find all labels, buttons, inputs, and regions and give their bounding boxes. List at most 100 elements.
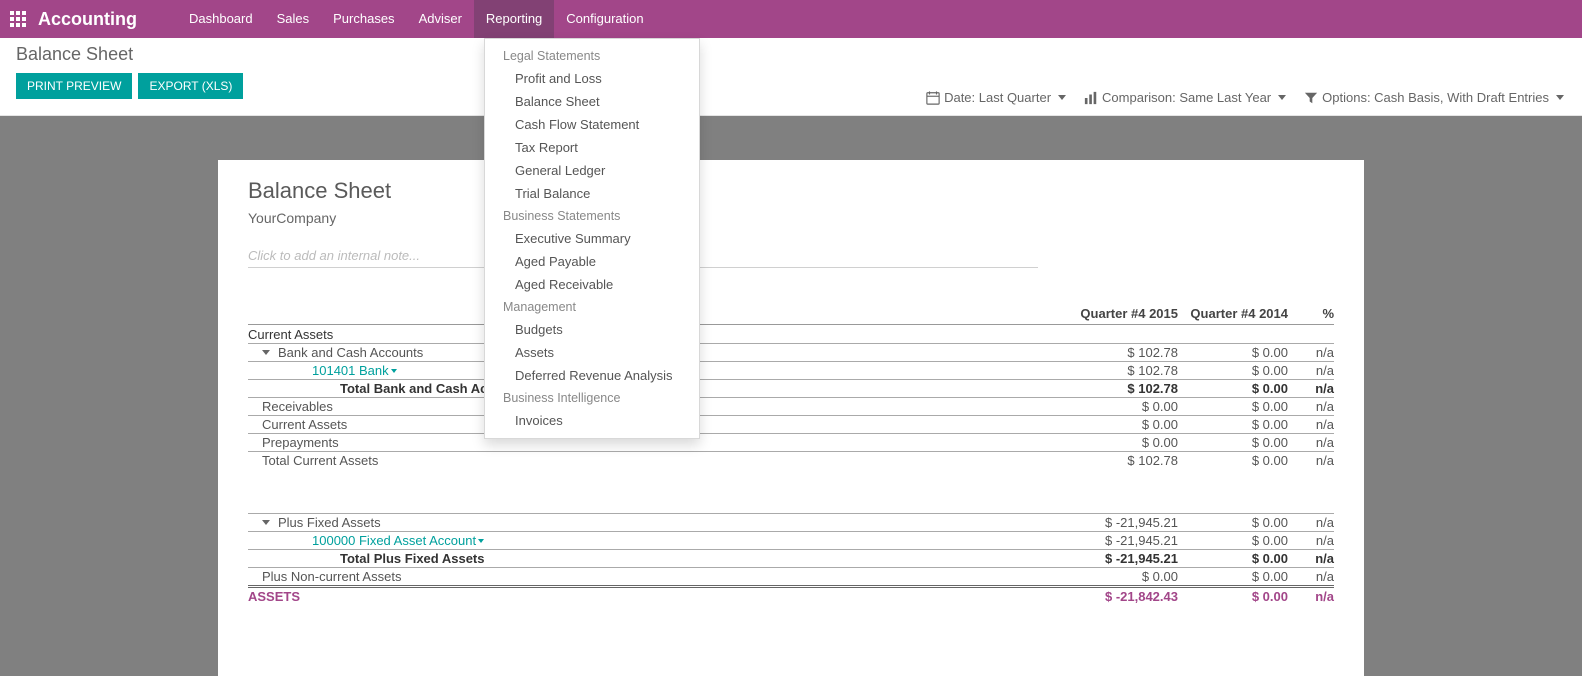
col-header-q2: Quarter #4 2014: [1178, 306, 1288, 321]
dd-section-business: Business Statements: [485, 205, 699, 227]
cell-q1: $ 0.00: [1068, 399, 1178, 414]
row-assets-total: ASSETS $ -21,842.43 $ 0.00 n/a: [248, 585, 1334, 605]
cell-pct: n/a: [1288, 381, 1334, 396]
dd-aged-payable[interactable]: Aged Payable: [485, 250, 699, 273]
nav-adviser[interactable]: Adviser: [407, 0, 474, 38]
row-total-current-assets: Total Current Assets $ 102.78 $ 0.00 n/a: [248, 451, 1334, 469]
report-title: Balance Sheet: [248, 178, 1334, 204]
cell-q1: $ 0.00: [1068, 569, 1178, 584]
col-header-q1: Quarter #4 2015: [1068, 306, 1178, 321]
top-navbar: Accounting Dashboard Sales Purchases Adv…: [0, 0, 1582, 38]
dd-invoices[interactable]: Invoices: [485, 409, 699, 432]
nav-reporting[interactable]: Reporting: [474, 0, 554, 38]
cell-q1: $ 0.00: [1068, 435, 1178, 450]
dd-general-ledger[interactable]: General Ledger: [485, 159, 699, 182]
bar-chart-icon: [1084, 91, 1098, 105]
cell-q2: $ 0.00: [1178, 345, 1288, 360]
dd-section-legal: Legal Statements: [485, 45, 699, 67]
cell-pct: n/a: [1288, 417, 1334, 432]
dd-section-management: Management: [485, 296, 699, 318]
dd-budgets[interactable]: Budgets: [485, 318, 699, 341]
table-row: Current Assets$ 0.00$ 0.00n/a: [248, 415, 1334, 433]
print-preview-button[interactable]: Print Preview: [16, 73, 132, 99]
cell-q2: $ 0.00: [1178, 381, 1288, 396]
cell-q1: $ 102.78: [1068, 381, 1178, 396]
cell-pct: n/a: [1288, 533, 1334, 548]
cell-q2: $ 0.00: [1178, 569, 1288, 584]
report-page: Balance Sheet YourCompany Quarter #4 201…: [218, 160, 1364, 676]
assets-label: ASSETS: [248, 589, 1068, 604]
calendar-icon: [926, 91, 940, 105]
company-name: YourCompany: [248, 210, 1334, 226]
dd-aged-receivable[interactable]: Aged Receivable: [485, 273, 699, 296]
workspace: Balance Sheet YourCompany Quarter #4 201…: [0, 116, 1582, 676]
cell-q1: $ -21,945.21: [1068, 533, 1178, 548]
dd-assets[interactable]: Assets: [485, 341, 699, 364]
table-row: Total Plus Fixed Assets$ -21,945.21$ 0.0…: [248, 549, 1334, 567]
section-current-assets: Current Assets: [248, 327, 1334, 342]
cell-pct: n/a: [1288, 399, 1334, 414]
reporting-dropdown: Legal Statements Profit and Loss Balance…: [484, 38, 700, 439]
nav-purchases[interactable]: Purchases: [321, 0, 406, 38]
report-header-row: Quarter #4 2015 Quarter #4 2014 %: [248, 306, 1334, 325]
filter-bar: Date: Last Quarter Comparison: Same Last…: [926, 90, 1564, 105]
filter-options-label: Options: Cash Basis, With Draft Entries: [1322, 90, 1549, 105]
table-row: Bank and Cash Accounts$ 102.78$ 0.00n/a: [248, 343, 1334, 361]
nav-dashboard[interactable]: Dashboard: [177, 0, 265, 38]
col-header-pct: %: [1288, 306, 1334, 321]
cell-q1: $ 0.00: [1068, 417, 1178, 432]
dd-deferred-revenue[interactable]: Deferred Revenue Analysis: [485, 364, 699, 387]
cell-q2: $ 0.00: [1178, 515, 1288, 530]
table-row: Plus Non-current Assets$ 0.00$ 0.00n/a: [248, 567, 1334, 585]
row-label: Total Plus Fixed Assets: [248, 551, 1068, 566]
table-row: Receivables$ 0.00$ 0.00n/a: [248, 397, 1334, 415]
brand-title[interactable]: Accounting: [38, 9, 137, 30]
page-title: Balance Sheet: [16, 44, 1566, 65]
cell-q1: $ -21,945.21: [1068, 515, 1178, 530]
chevron-down-icon[interactable]: [391, 369, 397, 373]
filter-icon: [1304, 91, 1318, 105]
row-label: Plus Fixed Assets: [248, 515, 1068, 530]
apps-icon[interactable]: [10, 11, 26, 27]
control-bar: Balance Sheet Print Preview Export (XLS)…: [0, 38, 1582, 116]
chevron-down-icon[interactable]: [478, 539, 484, 543]
cell-pct: n/a: [1288, 551, 1334, 566]
cell-q2: $ 0.00: [1178, 551, 1288, 566]
chevron-down-icon: [1058, 95, 1066, 100]
cell-q1: $ 102.78: [1068, 345, 1178, 360]
report-table: Quarter #4 2015 Quarter #4 2014 % Curren…: [248, 306, 1334, 605]
filter-date[interactable]: Date: Last Quarter: [926, 90, 1066, 105]
row-label: Plus Non-current Assets: [248, 569, 1068, 584]
dd-tax-report[interactable]: Tax Report: [485, 136, 699, 159]
cell-q2: $ 0.00: [1178, 399, 1288, 414]
cell-pct: n/a: [1288, 363, 1334, 378]
dd-profit-and-loss[interactable]: Profit and Loss: [485, 67, 699, 90]
cell-q2: $ 0.00: [1178, 363, 1288, 378]
dd-cash-flow[interactable]: Cash Flow Statement: [485, 113, 699, 136]
cell-q2: $ 0.00: [1178, 533, 1288, 548]
cell-pct: n/a: [1288, 345, 1334, 360]
chevron-down-icon: [1278, 95, 1286, 100]
chevron-down-icon[interactable]: [262, 520, 270, 525]
cell-pct: n/a: [1288, 569, 1334, 584]
row-label[interactable]: 100000 Fixed Asset Account: [248, 533, 1068, 548]
cell-q2: $ 0.00: [1178, 435, 1288, 450]
filter-comparison[interactable]: Comparison: Same Last Year: [1084, 90, 1286, 105]
dd-executive-summary[interactable]: Executive Summary: [485, 227, 699, 250]
table-row: Plus Fixed Assets$ -21,945.21$ 0.00n/a: [248, 513, 1334, 531]
nav-sales[interactable]: Sales: [265, 0, 322, 38]
dd-section-bi: Business Intelligence: [485, 387, 699, 409]
dd-balance-sheet[interactable]: Balance Sheet: [485, 90, 699, 113]
dd-trial-balance[interactable]: Trial Balance: [485, 182, 699, 205]
filter-options[interactable]: Options: Cash Basis, With Draft Entries: [1304, 90, 1564, 105]
nav-configuration[interactable]: Configuration: [554, 0, 655, 38]
table-row: 101401 Bank$ 102.78$ 0.00n/a: [248, 361, 1334, 379]
cell-pct: n/a: [1288, 435, 1334, 450]
table-row: Prepayments$ 0.00$ 0.00n/a: [248, 433, 1334, 451]
total-current-assets-label: Total Current Assets: [248, 453, 1068, 468]
filter-date-label: Date: Last Quarter: [944, 90, 1051, 105]
export-xls-button[interactable]: Export (XLS): [138, 73, 243, 99]
chevron-down-icon[interactable]: [262, 350, 270, 355]
cell-q1: $ 102.78: [1068, 363, 1178, 378]
chevron-down-icon: [1556, 95, 1564, 100]
